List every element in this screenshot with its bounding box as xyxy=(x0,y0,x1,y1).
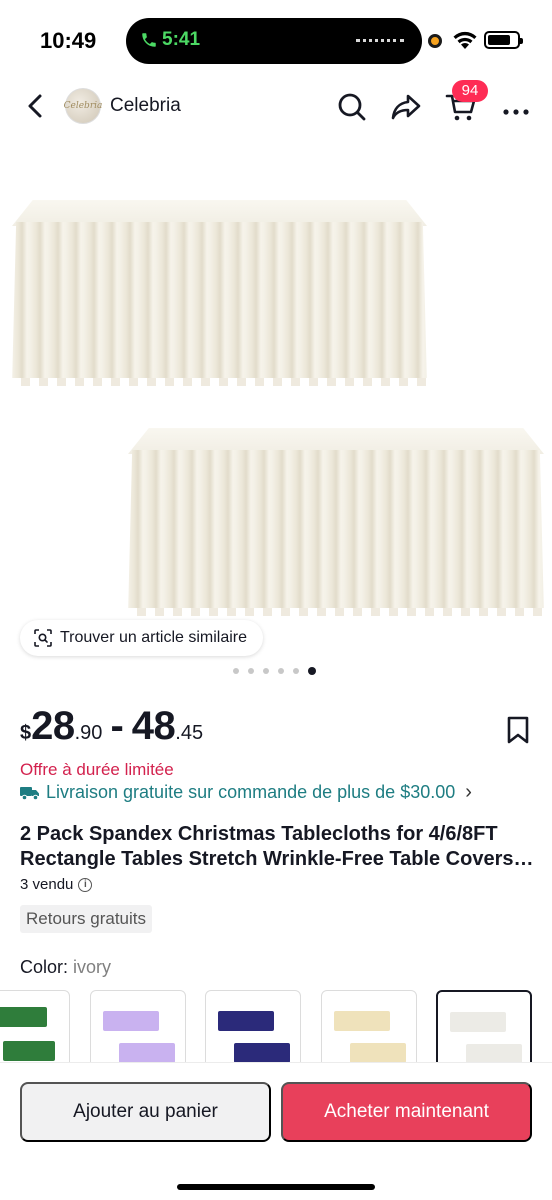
price-max-int: 48 xyxy=(131,704,176,748)
swatch-navy[interactable] xyxy=(205,990,301,1062)
truck-icon xyxy=(20,786,39,800)
selected-color: ivory xyxy=(73,957,112,977)
call-duration: 5:41 xyxy=(162,29,201,50)
limited-offer-label: Offre à durée limitée xyxy=(20,760,174,779)
dynamic-island[interactable]: 5:41 xyxy=(126,18,422,64)
sold-count-text: 3 vendu xyxy=(20,876,74,893)
audio-wave-icon xyxy=(356,39,404,42)
status-bar: 10:49 5:41 xyxy=(0,0,552,82)
swatch-ivory-selected[interactable] xyxy=(436,990,532,1062)
free-shipping-link[interactable]: Livraison gratuite sur commande de plus … xyxy=(20,781,472,804)
swatch-green[interactable] xyxy=(0,990,70,1062)
shop-logo-text: Celebria xyxy=(63,101,103,111)
battery-icon xyxy=(484,31,523,49)
product-title-line-2: Rectangle Tables Stretch Wrinkle-Free Ta… xyxy=(20,848,534,870)
color-label: Color: xyxy=(20,957,69,977)
find-similar-label: Trouver un article similaire xyxy=(60,629,248,646)
page-dot[interactable] xyxy=(278,668,284,674)
battery-level xyxy=(488,35,511,45)
home-indicator[interactable] xyxy=(177,1184,375,1190)
buy-now-button[interactable]: Acheter maintenant xyxy=(281,1082,532,1142)
free-returns-badge: Retours gratuits xyxy=(20,905,152,933)
find-similar-button[interactable]: Trouver un article similaire xyxy=(20,620,264,656)
call-indicator: 5:41 xyxy=(140,29,200,51)
price-min-int: 28 xyxy=(31,704,75,748)
color-selector-label: Color: ivory xyxy=(20,957,111,978)
status-time: 10:49 xyxy=(40,28,97,53)
price-separator: - xyxy=(110,704,124,748)
bookmark-icon[interactable] xyxy=(505,715,531,745)
search-icon[interactable] xyxy=(335,90,369,124)
free-shipping-text: Livraison gratuite sur commande de plus … xyxy=(46,782,456,802)
more-icon[interactable] xyxy=(500,90,534,124)
gallery-pagination xyxy=(233,667,316,675)
swatch-lavender[interactable] xyxy=(90,990,186,1062)
visual-search-icon xyxy=(34,629,52,647)
product-title[interactable]: 2 Pack Spandex Christmas Tablecloths for… xyxy=(20,822,535,872)
product-image-gallery[interactable] xyxy=(0,135,552,675)
cart-count-badge: 94 xyxy=(452,80,488,102)
page-dot[interactable] xyxy=(263,668,269,674)
share-icon[interactable] xyxy=(389,90,423,124)
add-to-cart-button[interactable]: Ajouter au panier xyxy=(20,1082,271,1142)
phone-icon xyxy=(142,33,156,47)
page-dot[interactable] xyxy=(293,668,299,674)
page-dot[interactable] xyxy=(233,668,239,674)
page-dot[interactable] xyxy=(248,668,254,674)
recording-indicator-icon xyxy=(428,34,442,48)
sold-count: 3 vendu i xyxy=(20,876,93,893)
chevron-right-icon: › xyxy=(465,781,472,803)
chevron-left-icon[interactable] xyxy=(20,90,52,122)
price-max-dec: .45 xyxy=(175,722,204,744)
info-icon[interactable]: i xyxy=(78,877,93,892)
bottom-action-bar: Ajouter au panier Acheter maintenant xyxy=(0,1062,552,1200)
tablecloth-image-2 xyxy=(128,428,544,616)
price-min-dec: .90 xyxy=(74,722,103,744)
tablecloth-image-1 xyxy=(12,200,427,386)
shop-avatar[interactable]: Celebria xyxy=(63,88,103,124)
color-swatch-list xyxy=(0,990,552,1062)
wifi-icon xyxy=(453,31,477,49)
shop-name[interactable]: Celebria xyxy=(110,95,181,117)
price-range: $ 28 .90 - 48 .45 xyxy=(20,704,203,749)
product-header: Celebria Celebria 94 xyxy=(0,80,552,130)
product-title-line-1: 2 Pack Spandex Christmas Tablecloths for… xyxy=(20,823,498,845)
swatch-champagne[interactable] xyxy=(321,990,417,1062)
page-dot-active[interactable] xyxy=(308,667,316,675)
price-currency: $ xyxy=(20,722,32,744)
